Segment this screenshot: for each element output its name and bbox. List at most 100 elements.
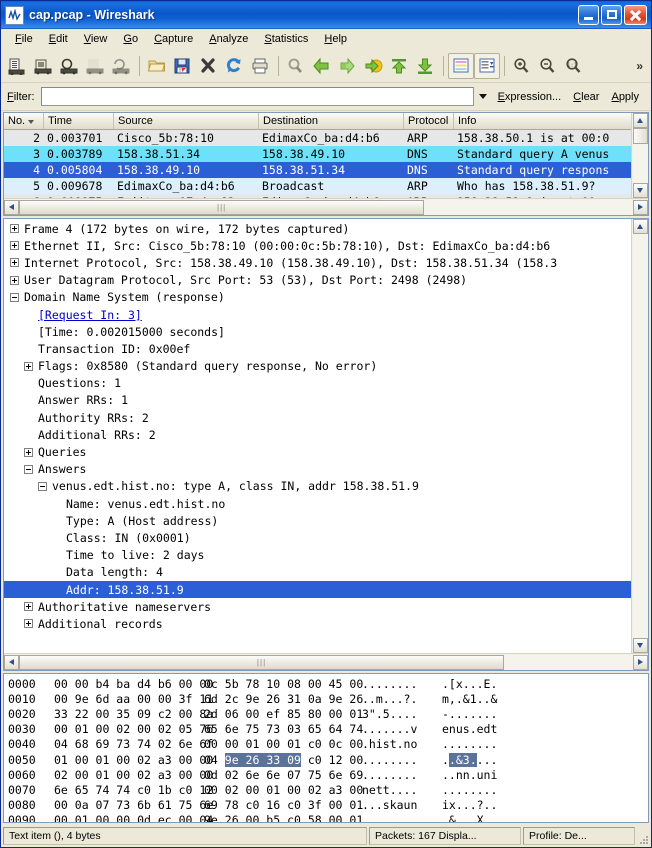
- menu-help[interactable]: Help: [316, 31, 355, 47]
- tree-row[interactable]: Data length: 4: [4, 564, 631, 581]
- tree-row[interactable]: Authority RRs: 2: [4, 409, 631, 426]
- expand-icon[interactable]: [24, 602, 33, 612]
- column-header-info[interactable]: Info: [454, 113, 631, 129]
- tree-row[interactable]: Flags: 0x8580 (Standard query response, …: [4, 358, 631, 375]
- details-vertical-scrollbar[interactable]: [631, 219, 648, 653]
- scroll-up-icon[interactable]: [632, 219, 648, 234]
- go-forward-icon[interactable]: [335, 53, 361, 79]
- expand-icon[interactable]: [24, 619, 33, 629]
- zoom-out-icon[interactable]: [535, 53, 561, 79]
- expand-icon[interactable]: [10, 241, 19, 251]
- scroll-up-icon[interactable]: [632, 113, 648, 128]
- expand-icon[interactable]: [10, 224, 19, 234]
- hex-row[interactable]: 0000 00 00 b4 ba d4 b6 00 00 0c 5b 78 10 0…: [8, 676, 648, 691]
- hex-dump[interactable]: 0000 00 00 b4 ba d4 b6 00 00 0c 5b 78 10 0…: [4, 674, 648, 822]
- tree-row[interactable]: User Datagram Protocol, Src Port: 53 (53…: [4, 272, 631, 289]
- start-capture-icon[interactable]: [57, 53, 83, 79]
- print-icon[interactable]: [248, 53, 274, 79]
- tree-row[interactable]: Time to live: 2 days: [4, 547, 631, 564]
- filter-history-dropdown[interactable]: [474, 87, 492, 106]
- menu-capture[interactable]: Capture: [146, 31, 201, 47]
- hex-row[interactable]: 0040 04 68 69 73 74 02 6e 6f 00 00 01 00 0…: [8, 737, 648, 752]
- collapse-icon[interactable]: [24, 464, 33, 474]
- tree-row[interactable]: venus.edt.hist.no: type A, class IN, add…: [4, 478, 631, 495]
- go-first-packet-icon[interactable]: [387, 53, 413, 79]
- tree-row[interactable]: Answer RRs: 1: [4, 392, 631, 409]
- reload-icon[interactable]: [222, 53, 248, 79]
- column-header-protocol[interactable]: Protocol: [404, 113, 454, 129]
- menu-file[interactable]: File: [7, 31, 41, 47]
- collapse-icon[interactable]: [10, 292, 19, 302]
- table-row[interactable]: 3 0.003789 158.38.51.34 158.38.49.10 DNS Stan…: [4, 146, 631, 162]
- filter-clear-button[interactable]: Clear: [567, 91, 605, 103]
- hscroll-track[interactable]: |||: [19, 654, 633, 670]
- hex-row[interactable]: 0010 00 9e 6d aa 00 00 3f 11 6d 2c 9e 26 3…: [8, 691, 648, 706]
- tree-row[interactable]: Queries: [4, 443, 631, 460]
- go-back-icon[interactable]: [309, 53, 335, 79]
- packet-list-horizontal-scrollbar[interactable]: |||: [4, 198, 648, 215]
- menu-edit[interactable]: Edit: [41, 31, 76, 47]
- hex-row[interactable]: 0060 02 00 01 00 02 a3 00 00 0d 02 6e 6e 0…: [8, 767, 648, 782]
- menu-analyze[interactable]: Analyze: [201, 31, 256, 47]
- scroll-right-icon[interactable]: [633, 199, 648, 215]
- tree-row[interactable]: Domain Name System (response): [4, 289, 631, 306]
- column-header-destination[interactable]: Destination: [259, 113, 404, 129]
- zoom-in-icon[interactable]: [509, 53, 535, 79]
- filter-apply-button[interactable]: Apply: [605, 91, 645, 103]
- scroll-down-icon[interactable]: [632, 183, 648, 198]
- scroll-right-icon[interactable]: [633, 654, 648, 670]
- hscroll-thumb[interactable]: |||: [19, 199, 425, 215]
- expand-icon[interactable]: [10, 275, 19, 285]
- menu-go[interactable]: Go: [115, 31, 146, 47]
- tree-row[interactable]: Additional records: [4, 615, 631, 632]
- details-horizontal-scrollbar[interactable]: |||: [4, 653, 648, 670]
- hex-row[interactable]: 0050 01 00 01 00 02 a3 00 00 04 9e 26 33 0…: [8, 752, 648, 767]
- tree-row[interactable]: [Time: 0.002015000 seconds]: [4, 323, 631, 340]
- open-file-icon[interactable]: [144, 53, 170, 79]
- go-to-packet-icon[interactable]: [361, 53, 387, 79]
- scroll-track[interactable]: [632, 234, 648, 638]
- protocol-tree[interactable]: Frame 4 (172 bytes on wire, 172 bytes ca…: [4, 219, 631, 653]
- scroll-track[interactable]: [632, 144, 648, 183]
- table-row[interactable]: 4 0.005804 158.38.49.10 158.38.51.34 DNS Stan…: [4, 162, 631, 178]
- stop-capture-icon[interactable]: [83, 53, 109, 79]
- tree-row[interactable]: Answers: [4, 461, 631, 478]
- find-packet-icon[interactable]: [283, 53, 309, 79]
- tree-row[interactable]: Addr: 158.38.51.9: [4, 580, 631, 599]
- colorize-icon[interactable]: [448, 52, 474, 79]
- capture-options-icon[interactable]: [31, 53, 57, 79]
- zoom-normal-icon[interactable]: 1:1: [561, 53, 587, 79]
- hex-row[interactable]: 0090 00 01 00 00 0d ec 00 04 9e 26 00 b5 c…: [8, 813, 648, 822]
- table-row[interactable]: 2 0.003701 Cisco_5b:78:10 EdimaxCo_ba:d4:b6…: [4, 130, 631, 146]
- tree-row[interactable]: Frame 4 (172 bytes on wire, 172 bytes ca…: [4, 220, 631, 237]
- hscroll-track[interactable]: |||: [19, 199, 633, 215]
- scroll-left-icon[interactable]: [4, 654, 19, 670]
- minimize-button[interactable]: [578, 5, 599, 25]
- hscroll-thumb[interactable]: |||: [19, 654, 505, 670]
- hex-row[interactable]: 0030 00 01 00 02 00 02 05 76 65 6e 75 73 0…: [8, 722, 648, 737]
- column-header-time[interactable]: Time: [44, 113, 114, 129]
- list-interfaces-icon[interactable]: [5, 53, 31, 79]
- column-header-source[interactable]: Source: [114, 113, 259, 129]
- tree-row[interactable]: Internet Protocol, Src: 158.38.49.10 (15…: [4, 254, 631, 271]
- hex-row[interactable]: 0070 6e 65 74 74 c0 1b c0 12 00 02 00 01 0…: [8, 782, 648, 797]
- tree-link[interactable]: [Request In: 3]: [38, 308, 142, 322]
- expand-icon[interactable]: [10, 258, 19, 268]
- maximize-button[interactable]: [601, 5, 622, 25]
- column-header-no[interactable]: No.: [4, 113, 44, 129]
- scroll-down-icon[interactable]: [632, 638, 648, 653]
- toolbar-overflow-button[interactable]: »: [636, 59, 643, 73]
- tree-row[interactable]: Authoritative nameservers: [4, 598, 631, 615]
- window-resize-grip[interactable]: [637, 827, 649, 845]
- table-row[interactable]: 5 0.009678 EdimaxCo_ba:d4:b6 Broadcast ARP Wh…: [4, 178, 631, 194]
- restart-capture-icon[interactable]: [109, 53, 135, 79]
- tree-row[interactable]: Additional RRs: 2: [4, 426, 631, 443]
- tree-row[interactable]: Name: venus.edt.hist.no: [4, 495, 631, 512]
- scroll-left-icon[interactable]: [4, 199, 19, 215]
- expand-icon[interactable]: [24, 447, 33, 457]
- go-last-packet-icon[interactable]: [413, 53, 439, 79]
- filter-expression-button[interactable]: Expression...: [492, 91, 568, 103]
- tree-row[interactable]: Ethernet II, Src: Cisco_5b:78:10 (00:00:…: [4, 237, 631, 254]
- auto-scroll-icon[interactable]: [474, 52, 500, 79]
- menu-view[interactable]: View: [76, 31, 116, 47]
